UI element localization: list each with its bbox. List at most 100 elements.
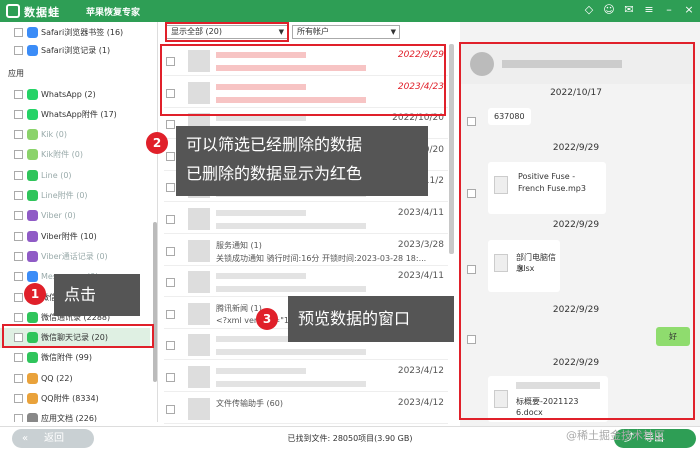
row-date: 2023/4/11 — [397, 208, 444, 218]
checkbox[interactable] — [14, 272, 23, 282]
blurred-text — [216, 381, 366, 387]
callout-filter: 可以筛选已经删除的数据 已删除的数据显示为红色 — [176, 126, 428, 196]
step-number-badge: 1 — [24, 283, 46, 305]
app-icon — [27, 149, 38, 161]
sidebar-item[interactable]: Viber通话记录 (0) — [0, 246, 150, 266]
app-icon — [27, 413, 38, 422]
avatar — [188, 334, 210, 357]
checkbox[interactable] — [14, 211, 23, 221]
wechat-item-highlight-box — [2, 324, 154, 348]
checkbox[interactable] — [14, 109, 23, 119]
sidebar-item-safari-bookmarks[interactable]: Safari浏览器书签 (16) — [0, 22, 150, 42]
sidebar-scrollbar[interactable] — [153, 222, 157, 382]
checkbox[interactable] — [166, 404, 175, 414]
checkbox[interactable] — [166, 120, 175, 130]
minimize-icon[interactable]: – — [662, 3, 676, 17]
feedback-icon[interactable]: ✉ — [622, 3, 636, 17]
close-icon[interactable]: × — [682, 3, 696, 17]
menu-icon[interactable]: ≡ — [642, 3, 656, 17]
app-icon — [27, 250, 38, 262]
app-logo-icon — [6, 4, 20, 18]
avatar — [188, 366, 210, 388]
account-icon[interactable]: ☺ — [602, 3, 616, 17]
checkbox[interactable] — [14, 353, 23, 363]
app-icon — [27, 372, 38, 384]
app-icon — [27, 190, 38, 201]
row-date: 2023/4/11 — [397, 271, 444, 282]
checkbox[interactable] — [14, 170, 23, 180]
row-preview: 关锁成功通知 骑行时间:16分 开锁时间:2023-03-28 18:... — [216, 253, 427, 263]
row-date: 2023/3/28 — [397, 239, 444, 250]
avatar — [188, 397, 210, 420]
row-title: 文件传输助手 (60) — [216, 398, 283, 408]
checkbox[interactable] — [14, 27, 23, 37]
checkbox[interactable] — [166, 373, 175, 382]
section-apps-label: 应用 — [8, 69, 24, 78]
sidebar-item[interactable]: 应用文档 (226) — [0, 409, 150, 422]
table-row[interactable]: 2023/4/11 — [164, 204, 448, 234]
app-icon — [27, 169, 38, 181]
callout-preview: 预览数据的窗口 — [288, 296, 454, 342]
checkbox[interactable] — [14, 394, 23, 403]
callout-click: 点击 — [54, 274, 140, 316]
checkbox[interactable] — [14, 251, 23, 261]
sidebar-item[interactable]: Line附件 (0) — [0, 186, 150, 206]
sidebar-item[interactable]: WhatsApp附件 (17) — [0, 104, 150, 124]
list-scrollbar[interactable] — [449, 44, 454, 254]
category-sidebar: Safari浏览器书签 (16) Safari浏览记录 (1) 应用 Whats… — [0, 22, 158, 422]
checkbox[interactable] — [14, 89, 23, 99]
app-icon — [27, 129, 38, 141]
sidebar-item[interactable]: QQ (22) — [0, 368, 150, 388]
table-row[interactable]: 文件传输助手 (60) 2023/4/12 — [164, 394, 448, 424]
checkbox[interactable] — [166, 309, 175, 319]
sidebar-item[interactable]: 微信附件 (99) — [0, 348, 150, 368]
checkbox[interactable] — [14, 191, 23, 200]
row-title: 腾讯新闻 (1) — [216, 303, 262, 313]
table-row[interactable]: 2023/4/11 — [164, 267, 448, 298]
app-icon — [27, 393, 38, 404]
blurred-text — [216, 223, 366, 229]
table-row[interactable]: 服务通知 (1) 关锁成功通知 骑行时间:16分 开锁时间:2023-03-28 … — [164, 236, 448, 266]
title-bar: 数据蛙 苹果恢复专家 ◇ ☺ ✉ ≡ – × — [0, 0, 700, 22]
checkbox[interactable] — [166, 246, 175, 256]
sidebar-item[interactable]: Line (0) — [0, 165, 150, 185]
checkbox[interactable] — [14, 45, 23, 55]
blurred-text — [216, 286, 366, 293]
chevron-down-icon: ▼ — [390, 28, 396, 36]
safari-icon — [27, 44, 38, 56]
blurred-text — [216, 368, 306, 374]
safari-icon — [27, 26, 38, 38]
checkbox[interactable] — [166, 278, 175, 288]
account-filter-select[interactable]: 所有帐户 ▼ — [292, 25, 400, 39]
checkbox[interactable] — [14, 414, 23, 422]
checkbox[interactable] — [14, 130, 23, 140]
sidebar-item[interactable]: Kik (0) — [0, 125, 150, 145]
checkbox[interactable] — [166, 183, 175, 193]
diamond-icon[interactable]: ◇ — [582, 3, 596, 17]
app-icon — [27, 108, 38, 120]
sidebar-item[interactable]: Viber (0) — [0, 206, 150, 226]
checkbox[interactable] — [14, 150, 23, 160]
app-icon — [27, 88, 38, 100]
sidebar-item[interactable]: WhatsApp (2) — [0, 84, 150, 104]
checkbox[interactable] — [166, 215, 175, 224]
sidebar-item[interactable]: Kik附件 (0) — [0, 145, 150, 165]
blurred-text — [216, 210, 306, 216]
checkbox[interactable] — [166, 341, 175, 351]
checkbox[interactable] — [14, 231, 23, 241]
sidebar-item[interactable]: QQ附件 (8334) — [0, 389, 150, 409]
checkbox[interactable] — [14, 312, 23, 322]
table-row[interactable]: 2023/4/12 — [164, 362, 448, 392]
blurred-text — [216, 349, 366, 356]
app-icon — [27, 210, 38, 222]
deleted-rows-highlight-box — [160, 44, 446, 116]
sidebar-item-safari-history[interactable]: Safari浏览记录 (1) — [0, 40, 150, 60]
checkbox[interactable] — [14, 292, 23, 302]
avatar — [188, 302, 210, 325]
preview-highlight-box — [459, 42, 695, 420]
sidebar-item[interactable]: Viber附件 (10) — [0, 226, 150, 246]
checkbox[interactable] — [166, 151, 175, 161]
checkbox[interactable] — [14, 373, 23, 383]
avatar — [188, 208, 210, 230]
step-number-badge: 2 — [146, 132, 168, 154]
